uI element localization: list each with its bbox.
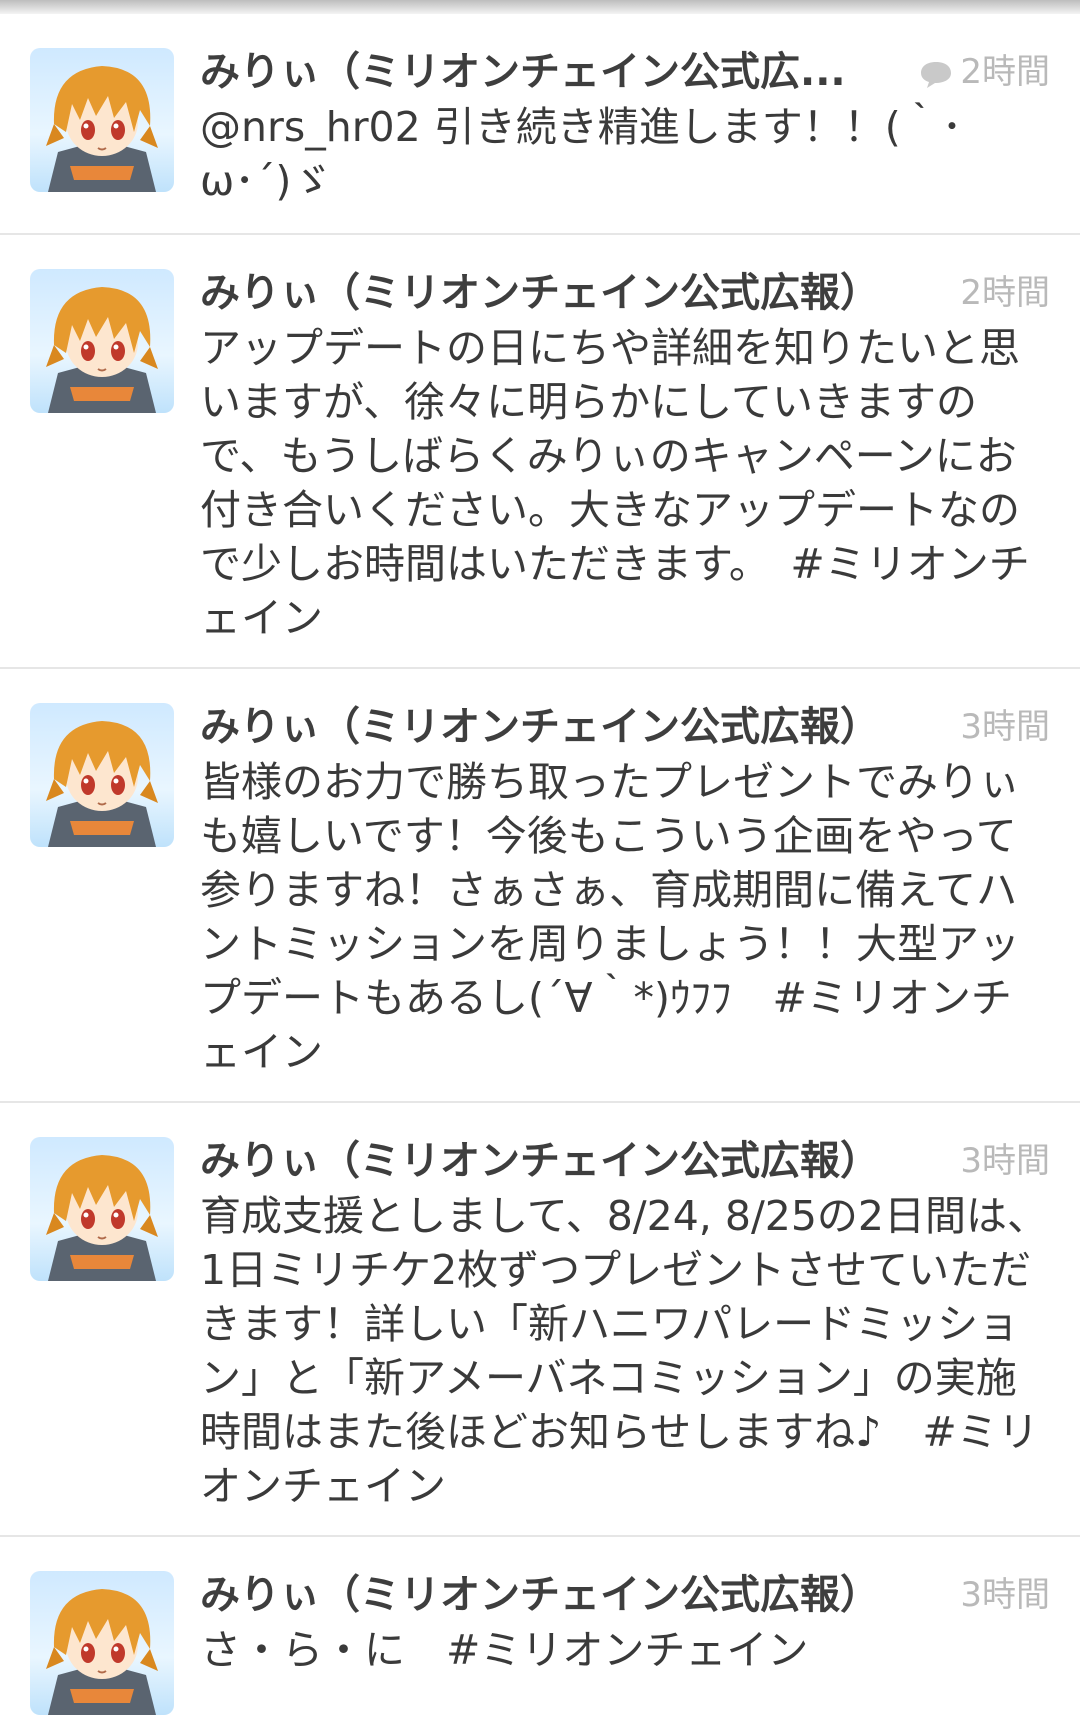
tweet-header: みりぃ（ミリオンチェイン公式広... 2時間	[200, 44, 1050, 100]
author-name[interactable]: みりぃ（ミリオンチェイン公式広報）	[200, 1133, 900, 1189]
tweet[interactable]: みりぃ（ミリオンチェイン公式広報） 2時間 アップデートの日にちや詳細を知りたい…	[0, 235, 1080, 669]
tweet-header: みりぃ（ミリオンチェイン公式広報） 3時間	[200, 1133, 1050, 1189]
timeline[interactable]: みりぃ（ミリオンチェイン公式広... 2時間 @nrs_hr02 引き続き精進し…	[0, 14, 1080, 1715]
avatar[interactable]	[30, 269, 174, 413]
tweet-header: みりぃ（ミリオンチェイン公式広報） 3時間	[200, 699, 1050, 755]
tweet-time: 2時間	[960, 273, 1050, 313]
tweet-time: 3時間	[960, 1141, 1050, 1181]
tweet-text: @nrs_hr02 引き続き精進します！！(｀･ω･´)ゞ	[200, 103, 963, 205]
tweet-text: 皆様のお力で勝ち取ったプレゼントでみりぃも嬉しいです！今後もこういう企画をやって…	[200, 758, 1020, 1076]
tweet-text: さ・ら・に #ミリオンチェイン	[200, 1626, 809, 1674]
tweet-text: アップデートの日にちや詳細を知りたいと思いますが、徐々に明らかにしていきますので…	[200, 324, 1030, 642]
tweet[interactable]: みりぃ（ミリオンチェイン公式広報） 3時間 さ・ら・に #ミリオンチェイン	[0, 1537, 1080, 1715]
status-bar-shadow	[0, 0, 1080, 14]
avatar[interactable]	[30, 703, 174, 847]
tweet-time: 3時間	[960, 1575, 1050, 1615]
tweet-text: 育成支援としまして、8/24, 8/25の2日間は、1日ミリチケ2枚ずつプレゼン…	[200, 1192, 1049, 1510]
avatar[interactable]	[30, 48, 174, 192]
tweet[interactable]: みりぃ（ミリオンチェイン公式広報） 3時間 育成支援としまして、8/24, 8/…	[0, 1103, 1080, 1537]
tweet-header: みりぃ（ミリオンチェイン公式広報） 3時間	[200, 1567, 1050, 1623]
avatar[interactable]	[30, 1571, 174, 1715]
author-name[interactable]: みりぃ（ミリオンチェイン公式広報）	[200, 265, 900, 321]
speech-bubble-icon	[921, 61, 952, 88]
tweet-time: 3時間	[960, 707, 1050, 747]
tweet[interactable]: みりぃ（ミリオンチェイン公式広報） 3時間 皆様のお力で勝ち取ったプレゼントでみ…	[0, 669, 1080, 1103]
avatar[interactable]	[30, 1137, 174, 1281]
author-name[interactable]: みりぃ（ミリオンチェイン公式広報）	[200, 699, 900, 755]
tweet[interactable]: みりぃ（ミリオンチェイン公式広... 2時間 @nrs_hr02 引き続き精進し…	[0, 14, 1080, 235]
author-name[interactable]: みりぃ（ミリオンチェイン公式広報）	[200, 1567, 900, 1623]
tweet-header: みりぃ（ミリオンチェイン公式広報） 2時間	[200, 265, 1050, 321]
tweet-time: 2時間	[918, 44, 1050, 100]
author-name[interactable]: みりぃ（ミリオンチェイン公式広...	[200, 44, 900, 100]
